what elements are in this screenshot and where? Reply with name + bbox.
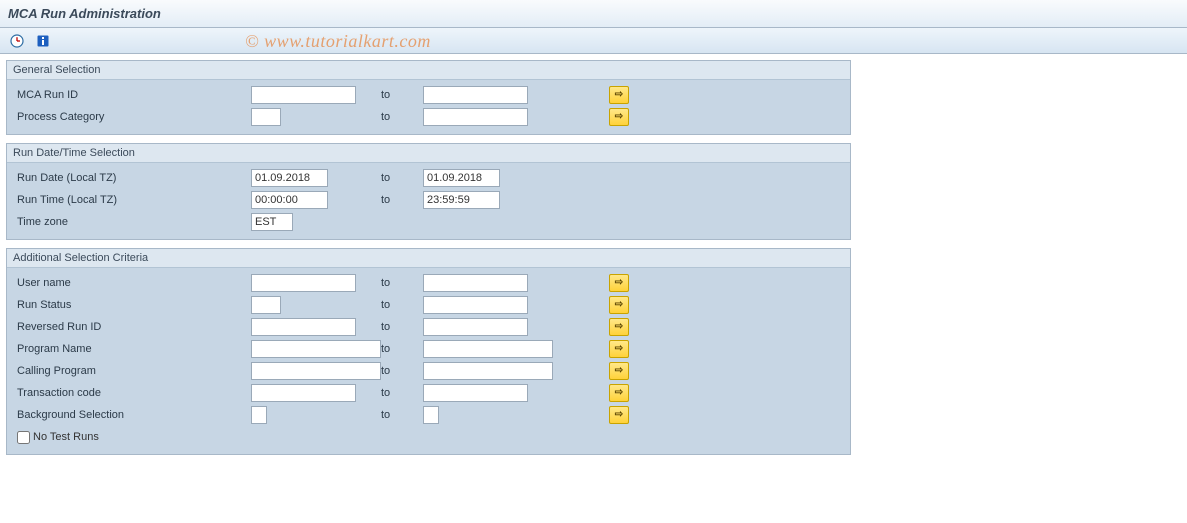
row-process-category: Process Category to ⇨ [15,106,842,128]
transaction-code-low-input[interactable] [251,384,356,402]
background-selection-low-input[interactable] [251,406,267,424]
to-label: to [377,299,417,311]
group-body-datetime: Run Date (Local TZ) to Run Time (Local T… [7,162,850,239]
group-title-datetime: Run Date/Time Selection [7,144,850,162]
row-reversed-run-id: Reversed Run ID to ⇨ [15,316,842,338]
execute-button[interactable] [6,31,28,51]
calling-program-low-input[interactable] [251,362,381,380]
clock-icon [10,34,24,48]
row-program-name: Program Name to ⇨ [15,338,842,360]
row-no-test-runs: No Test Runs [15,426,842,448]
info-icon [36,34,50,48]
group-body-additional: User name to ⇨ Run Status to ⇨ Reversed … [7,267,850,454]
to-label: to [377,172,417,184]
info-button[interactable] [32,31,54,51]
label-run-time: Run Time (Local TZ) [15,194,245,206]
row-run-time: Run Time (Local TZ) to [15,189,842,211]
to-label: to [377,409,417,421]
label-run-status: Run Status [15,299,245,311]
label-background-selection: Background Selection [15,409,245,421]
arrow-right-icon: ⇨ [615,278,623,288]
background-selection-high-input[interactable] [423,406,439,424]
process-category-low-input[interactable] [251,108,281,126]
mca-run-id-high-input[interactable] [423,86,528,104]
label-mca-run-id: MCA Run ID [15,89,245,101]
program-name-high-input[interactable] [423,340,553,358]
title-bar: MCA Run Administration [0,0,1187,28]
run-status-low-input[interactable] [251,296,281,314]
user-name-low-input[interactable] [251,274,356,292]
timezone-input[interactable] [251,213,293,231]
label-reversed-run-id: Reversed Run ID [15,321,245,333]
run-status-multi-button[interactable]: ⇨ [609,296,629,314]
label-process-category: Process Category [15,111,245,123]
user-name-multi-button[interactable]: ⇨ [609,274,629,292]
label-no-test-runs: No Test Runs [33,431,99,443]
row-timezone: Time zone [15,211,842,233]
reversed-run-id-multi-button[interactable]: ⇨ [609,318,629,336]
row-mca-run-id: MCA Run ID to ⇨ [15,84,842,106]
to-label: to [377,111,417,123]
background-selection-multi-button[interactable]: ⇨ [609,406,629,424]
to-label: to [377,387,417,399]
to-label: to [377,365,417,377]
calling-program-high-input[interactable] [423,362,553,380]
mca-run-id-low-input[interactable] [251,86,356,104]
label-run-date: Run Date (Local TZ) [15,172,245,184]
to-label: to [377,277,417,289]
to-label: to [377,194,417,206]
row-calling-program: Calling Program to ⇨ [15,360,842,382]
program-name-multi-button[interactable]: ⇨ [609,340,629,358]
to-label: to [377,321,417,333]
group-datetime-selection: Run Date/Time Selection Run Date (Local … [6,143,851,240]
arrow-right-icon: ⇨ [615,112,623,122]
run-date-high-input[interactable] [423,169,500,187]
row-transaction-code: Transaction code to ⇨ [15,382,842,404]
row-run-date: Run Date (Local TZ) to [15,167,842,189]
reversed-run-id-low-input[interactable] [251,318,356,336]
run-time-high-input[interactable] [423,191,500,209]
page-title: MCA Run Administration [8,6,161,21]
mca-run-id-multi-button[interactable]: ⇨ [609,86,629,104]
arrow-right-icon: ⇨ [615,388,623,398]
selection-screen: General Selection MCA Run ID to ⇨ Proces… [0,54,1187,469]
row-background-selection: Background Selection to ⇨ [15,404,842,426]
group-body-general: MCA Run ID to ⇨ Process Category to ⇨ [7,79,850,134]
user-name-high-input[interactable] [423,274,528,292]
row-user-name: User name to ⇨ [15,272,842,294]
group-additional-criteria: Additional Selection Criteria User name … [6,248,851,455]
label-user-name: User name [15,277,245,289]
arrow-right-icon: ⇨ [615,322,623,332]
label-calling-program: Calling Program [15,365,245,377]
no-test-runs-checkbox[interactable] [17,431,30,444]
run-status-high-input[interactable] [423,296,528,314]
transaction-code-high-input[interactable] [423,384,528,402]
arrow-right-icon: ⇨ [615,300,623,310]
group-title-general: General Selection [7,61,850,79]
application-toolbar: © www.tutorialkart.com [0,28,1187,54]
process-category-high-input[interactable] [423,108,528,126]
group-general-selection: General Selection MCA Run ID to ⇨ Proces… [6,60,851,135]
row-run-status: Run Status to ⇨ [15,294,842,316]
to-label: to [377,89,417,101]
label-program-name: Program Name [15,343,245,355]
arrow-right-icon: ⇨ [615,90,623,100]
label-transaction-code: Transaction code [15,387,245,399]
group-title-additional: Additional Selection Criteria [7,249,850,267]
arrow-right-icon: ⇨ [615,410,623,420]
run-time-low-input[interactable] [251,191,328,209]
calling-program-multi-button[interactable]: ⇨ [609,362,629,380]
program-name-low-input[interactable] [251,340,381,358]
watermark-text: © www.tutorialkart.com [245,31,431,52]
reversed-run-id-high-input[interactable] [423,318,528,336]
process-category-multi-button[interactable]: ⇨ [609,108,629,126]
label-timezone: Time zone [15,216,245,228]
run-date-low-input[interactable] [251,169,328,187]
arrow-right-icon: ⇨ [615,366,623,376]
arrow-right-icon: ⇨ [615,344,623,354]
transaction-code-multi-button[interactable]: ⇨ [609,384,629,402]
to-label: to [377,343,417,355]
